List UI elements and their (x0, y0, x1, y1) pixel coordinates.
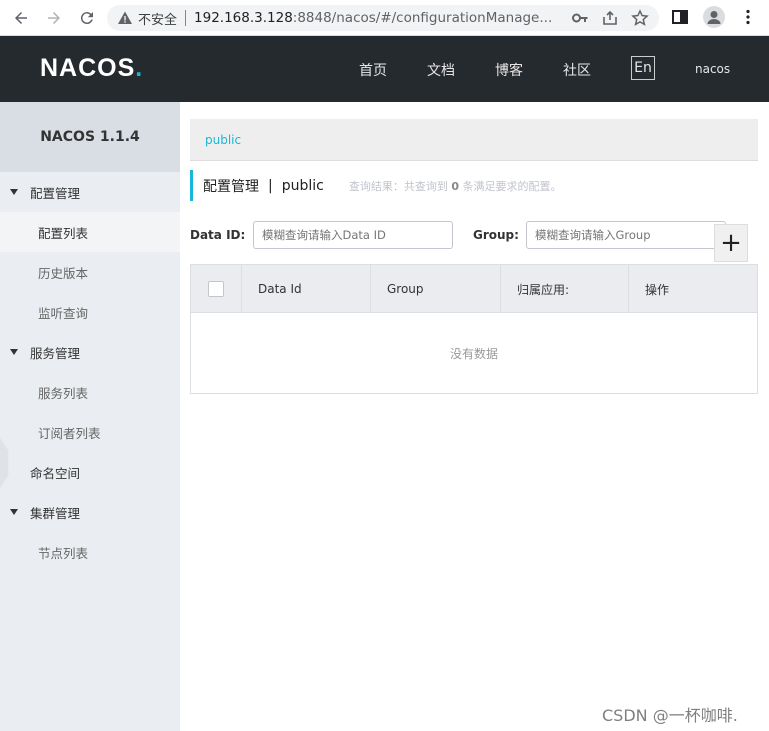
query-result-text: 查询结果：共查询到 0 条满足要求的配置。 (349, 178, 562, 194)
sidebar-item-history[interactable]: 历史版本 (0, 252, 180, 292)
csdn-watermark: CSDN @一杯咖啡. (602, 706, 738, 725)
data-id-input[interactable] (253, 221, 453, 249)
column-header-data-id[interactable]: Data Id (242, 265, 371, 313)
nav-docs[interactable]: 文档 (427, 60, 455, 80)
address-bar[interactable]: 不安全 192.168.3.128:8848/nacos/#/configura… (107, 5, 659, 31)
config-table: Data Id Group 归属应用: 操作 没有数据 (190, 264, 758, 394)
column-header-actions: 操作 (645, 282, 670, 297)
omnibox-divider (185, 10, 187, 26)
sidebar-group-label: 服务管理 (30, 345, 81, 361)
main-content: public 配置管理 | public 查询结果：共查询到 0 条满足要求的配… (180, 102, 769, 731)
sidebar: NACOS 1.1.4 配置管理 配置列表 历史版本 监听查询 服务管理 服务列… (0, 102, 180, 731)
sidebar-item-node-list[interactable]: 节点列表 (0, 532, 180, 572)
query-result-suffix: 条满足要求的配置。 (462, 179, 562, 193)
query-result-prefix: 查询结果：共查询到 (348, 179, 448, 193)
title-accent-bar (190, 170, 193, 201)
select-all-checkbox[interactable] (208, 281, 224, 297)
namespace-bar: public (190, 119, 758, 161)
group-label: Group: (473, 228, 519, 242)
table-empty-state: 没有数据 (449, 346, 498, 361)
profile-avatar-icon[interactable] (703, 6, 725, 28)
sidebar-item-listener-query[interactable]: 监听查询 (0, 292, 180, 332)
logo-dot: . (135, 54, 144, 82)
side-panel-icon[interactable] (669, 6, 691, 28)
nav-home[interactable]: 首页 (359, 60, 387, 80)
sidebar-item-config-list[interactable]: 配置列表 (0, 212, 180, 252)
sidebar-group-label: 配置管理 (30, 185, 81, 201)
title-separator: | (268, 177, 273, 194)
query-result-count: 0 (451, 179, 459, 193)
url-host: 192.168.3.128 (194, 10, 293, 26)
sidebar-item-service-list[interactable]: 服务列表 (0, 372, 180, 412)
more-menu-icon[interactable] (737, 6, 759, 28)
sidebar-group-label: 集群管理 (30, 505, 81, 521)
security-label[interactable]: 不安全 (138, 9, 177, 28)
caret-down-icon (10, 189, 18, 195)
sidebar-group-cluster[interactable]: 集群管理 (0, 492, 180, 532)
reload-icon[interactable] (75, 6, 99, 30)
app-header: NACOS. 首页 文档 博客 社区 En nacos (0, 36, 769, 102)
caret-down-icon (10, 349, 18, 355)
namespace-tab-public[interactable]: public (205, 133, 241, 147)
page-title: 配置管理 (203, 178, 259, 195)
url-path: :8848/nacos/#/configurationManage... (292, 10, 553, 26)
sidebar-title: NACOS 1.1.4 (0, 102, 180, 172)
column-header-group[interactable]: Group (371, 265, 501, 313)
browser-toolbar: 不安全 192.168.3.128:8848/nacos/#/configura… (0, 0, 769, 36)
caret-down-icon (10, 509, 18, 515)
logo-text: NACOS (40, 54, 136, 82)
key-icon[interactable] (571, 9, 589, 27)
current-namespace: public (281, 177, 324, 194)
warning-icon (117, 10, 133, 26)
filter-form: Data ID: Group: (190, 221, 760, 251)
url-text[interactable]: 192.168.3.128:8848/nacos/#/configuration… (194, 10, 554, 26)
page-title-row: 配置管理 | public 查询结果：共查询到 0 条满足要求的配置。 (190, 170, 562, 201)
select-all-cell (191, 265, 242, 313)
bookmark-star-icon[interactable] (631, 9, 649, 27)
nav-blog[interactable]: 博客 (495, 60, 523, 80)
column-header-app[interactable]: 归属应用: (501, 265, 629, 313)
back-icon[interactable] (9, 6, 33, 30)
sidebar-group-service[interactable]: 服务管理 (0, 332, 180, 372)
table-header: Data Id Group 归属应用: 操作 (191, 265, 757, 313)
group-input[interactable] (526, 221, 726, 249)
sidebar-item-namespace[interactable]: 命名空间 (0, 452, 180, 492)
forward-icon[interactable] (42, 6, 66, 30)
sidebar-group-config[interactable]: 配置管理 (0, 172, 180, 212)
add-config-button[interactable]: + (714, 224, 748, 262)
language-switch-button[interactable]: En (631, 56, 655, 80)
nacos-logo[interactable]: NACOS. (40, 54, 143, 83)
share-icon[interactable] (601, 9, 619, 27)
user-menu[interactable]: nacos (695, 62, 730, 76)
nav-community[interactable]: 社区 (563, 60, 591, 80)
sidebar-item-subscriber-list[interactable]: 订阅者列表 (0, 412, 180, 452)
data-id-label: Data ID: (190, 228, 246, 242)
